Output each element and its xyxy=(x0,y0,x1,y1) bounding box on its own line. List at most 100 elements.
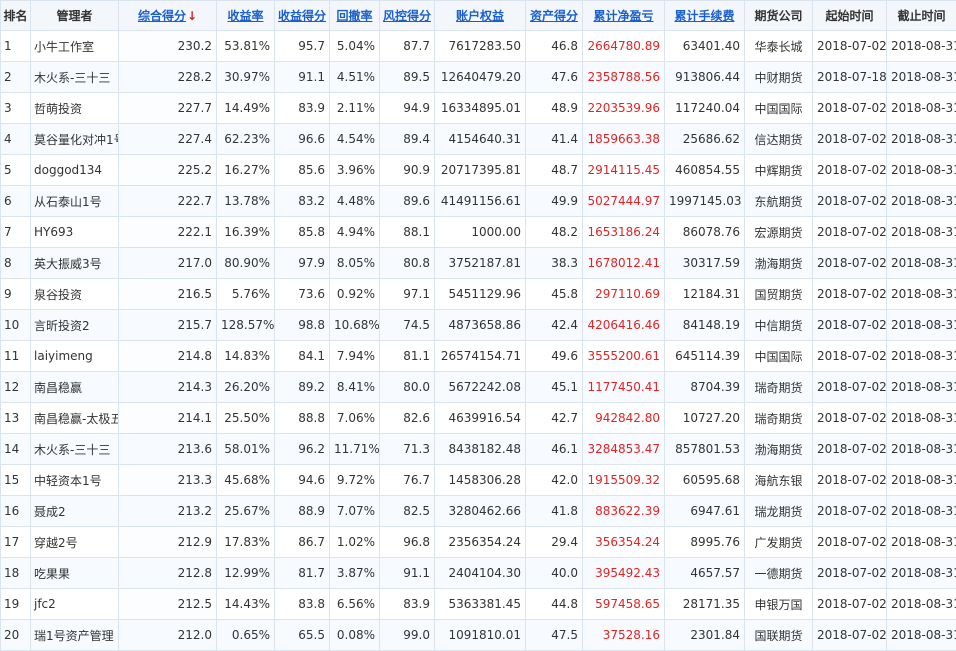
cell-manager: 穿越2号 xyxy=(31,527,119,558)
table-row[interactable]: 20瑞1号资产管理212.00.65%65.50.08%99.01091810.… xyxy=(1,620,956,651)
cell-broker: 渤海期货 xyxy=(745,248,813,279)
cell-asset-score: 47.6 xyxy=(526,62,583,93)
cell-manager: 吃果果 xyxy=(31,558,119,589)
column-header-risk-score[interactable]: 风控得分 xyxy=(380,1,435,31)
table-row[interactable]: 7HY693222.116.39%85.84.94%88.11000.0048.… xyxy=(1,217,956,248)
cell-return-score: 83.8 xyxy=(275,589,330,620)
cell-return-rate: 14.49% xyxy=(217,93,275,124)
cell-total-score: 212.8 xyxy=(119,558,217,589)
column-header-total-score[interactable]: 综合得分↓ xyxy=(119,1,217,31)
cell-risk-score: 82.6 xyxy=(380,403,435,434)
table-row[interactable]: 3哲萌投资227.714.49%83.92.11%94.916334895.01… xyxy=(1,93,956,124)
table-row[interactable]: 16聂成2213.225.67%88.97.07%82.53280462.664… xyxy=(1,496,956,527)
sort-desc-icon[interactable]: ↓ xyxy=(187,9,197,23)
cell-fees: 8704.39 xyxy=(665,372,745,403)
table-row[interactable]: 5doggod134225.216.27%85.63.96%90.9207173… xyxy=(1,155,956,186)
cell-rank: 9 xyxy=(1,279,31,310)
cell-equity: 3280462.66 xyxy=(435,496,526,527)
table-row[interactable]: 8英大振威3号217.080.90%97.98.05%80.83752187.8… xyxy=(1,248,956,279)
cell-broker: 瑞奇期货 xyxy=(745,403,813,434)
cell-drawdown: 8.05% xyxy=(330,248,380,279)
cell-return-score: 83.9 xyxy=(275,93,330,124)
cell-broker: 申银万国 xyxy=(745,589,813,620)
cell-asset-score: 42.4 xyxy=(526,310,583,341)
cell-equity: 4873658.86 xyxy=(435,310,526,341)
table-row[interactable]: 14木火系-三十三213.658.01%96.211.71%71.3843818… xyxy=(1,434,956,465)
column-header-equity[interactable]: 账户权益 xyxy=(435,1,526,31)
cell-manager: 从石泰山1号 xyxy=(31,186,119,217)
cell-start-date: 2018-07-02 xyxy=(813,155,887,186)
column-header-label: 资产得分 xyxy=(530,9,578,23)
cell-net-pnl: 2203539.96 xyxy=(583,93,665,124)
cell-start-date: 2018-07-02 xyxy=(813,124,887,155)
table-row[interactable]: 4莫谷量化对冲1号227.462.23%96.64.54%89.44154640… xyxy=(1,124,956,155)
table-row[interactable]: 11laiyimeng214.814.83%84.17.94%81.126574… xyxy=(1,341,956,372)
table-row[interactable]: 17穿越2号212.917.83%86.71.02%96.82356354.24… xyxy=(1,527,956,558)
cell-return-score: 89.2 xyxy=(275,372,330,403)
table-row[interactable]: 10言昕投资2215.7128.57%98.810.68%74.54873658… xyxy=(1,310,956,341)
cell-manager: 莫谷量化对冲1号 xyxy=(31,124,119,155)
cell-return-rate: 30.97% xyxy=(217,62,275,93)
cell-equity: 1000.00 xyxy=(435,217,526,248)
cell-return-rate: 12.99% xyxy=(217,558,275,589)
column-header-label: 起始时间 xyxy=(825,9,873,23)
cell-manager: 言昕投资2 xyxy=(31,310,119,341)
table-row[interactable]: 13南昌稳赢-太极五214.125.50%88.87.06%82.6463991… xyxy=(1,403,956,434)
cell-end-date: 2018-08-31 xyxy=(887,620,956,651)
cell-manager: 南昌稳赢-太极五 xyxy=(31,403,119,434)
column-header-return-score[interactable]: 收益得分 xyxy=(275,1,330,31)
cell-net-pnl: 2664780.89 xyxy=(583,31,665,62)
table-row[interactable]: 19jfc2212.514.43%83.86.56%83.95363381.45… xyxy=(1,589,956,620)
cell-return-rate: 13.78% xyxy=(217,186,275,217)
column-header-fees[interactable]: 累计手续费 xyxy=(665,1,745,31)
cell-asset-score: 41.8 xyxy=(526,496,583,527)
cell-end-date: 2018-08-31 xyxy=(887,496,956,527)
cell-drawdown: 0.92% xyxy=(330,279,380,310)
cell-risk-score: 76.7 xyxy=(380,465,435,496)
cell-return-score: 81.7 xyxy=(275,558,330,589)
cell-manager: 泉谷投资 xyxy=(31,279,119,310)
cell-end-date: 2018-08-31 xyxy=(887,465,956,496)
column-header-net-pnl[interactable]: 累计净盈亏 xyxy=(583,1,665,31)
cell-risk-score: 74.5 xyxy=(380,310,435,341)
cell-manager: 聂成2 xyxy=(31,496,119,527)
cell-risk-score: 80.8 xyxy=(380,248,435,279)
column-header-asset-score[interactable]: 资产得分 xyxy=(526,1,583,31)
table-row[interactable]: 2木火系-三十三228.230.97%91.14.51%89.512640479… xyxy=(1,62,956,93)
column-header-broker: 期货公司 xyxy=(745,1,813,31)
cell-asset-score: 42.7 xyxy=(526,403,583,434)
table-row[interactable]: 9泉谷投资216.55.76%73.60.92%97.15451129.9645… xyxy=(1,279,956,310)
table-row[interactable]: 6从石泰山1号222.713.78%83.24.48%89.641491156.… xyxy=(1,186,956,217)
column-header-label: 排名 xyxy=(3,9,27,23)
column-header-drawdown[interactable]: 回撤率 xyxy=(330,1,380,31)
cell-return-score: 96.2 xyxy=(275,434,330,465)
cell-fees: 10727.20 xyxy=(665,403,745,434)
cell-start-date: 2018-07-02 xyxy=(813,341,887,372)
cell-broker: 信达期货 xyxy=(745,124,813,155)
table-body: 1小牛工作室230.253.81%95.75.04%87.77617283.50… xyxy=(1,31,956,651)
cell-end-date: 2018-08-31 xyxy=(887,62,956,93)
cell-risk-score: 81.1 xyxy=(380,341,435,372)
cell-total-score: 214.3 xyxy=(119,372,217,403)
cell-return-score: 88.8 xyxy=(275,403,330,434)
cell-asset-score: 29.4 xyxy=(526,527,583,558)
cell-drawdown: 4.51% xyxy=(330,62,380,93)
cell-end-date: 2018-08-31 xyxy=(887,279,956,310)
cell-end-date: 2018-08-31 xyxy=(887,217,956,248)
cell-drawdown: 4.94% xyxy=(330,217,380,248)
table-row[interactable]: 15中轻资本1号213.345.68%94.69.72%76.71458306.… xyxy=(1,465,956,496)
cell-start-date: 2018-07-02 xyxy=(813,186,887,217)
table-row[interactable]: 1小牛工作室230.253.81%95.75.04%87.77617283.50… xyxy=(1,31,956,62)
table-row[interactable]: 12南昌稳赢214.326.20%89.28.41%80.05672242.08… xyxy=(1,372,956,403)
cell-fees: 63401.40 xyxy=(665,31,745,62)
cell-drawdown: 9.72% xyxy=(330,465,380,496)
cell-total-score: 230.2 xyxy=(119,31,217,62)
cell-fees: 8995.76 xyxy=(665,527,745,558)
column-header-return-rate[interactable]: 收益率 xyxy=(217,1,275,31)
table-row[interactable]: 18吃果果212.812.99%81.73.87%91.12404104.304… xyxy=(1,558,956,589)
cell-start-date: 2018-07-02 xyxy=(813,527,887,558)
cell-net-pnl: 395492.43 xyxy=(583,558,665,589)
cell-rank: 18 xyxy=(1,558,31,589)
cell-manager: 英大振威3号 xyxy=(31,248,119,279)
cell-start-date: 2018-07-02 xyxy=(813,496,887,527)
